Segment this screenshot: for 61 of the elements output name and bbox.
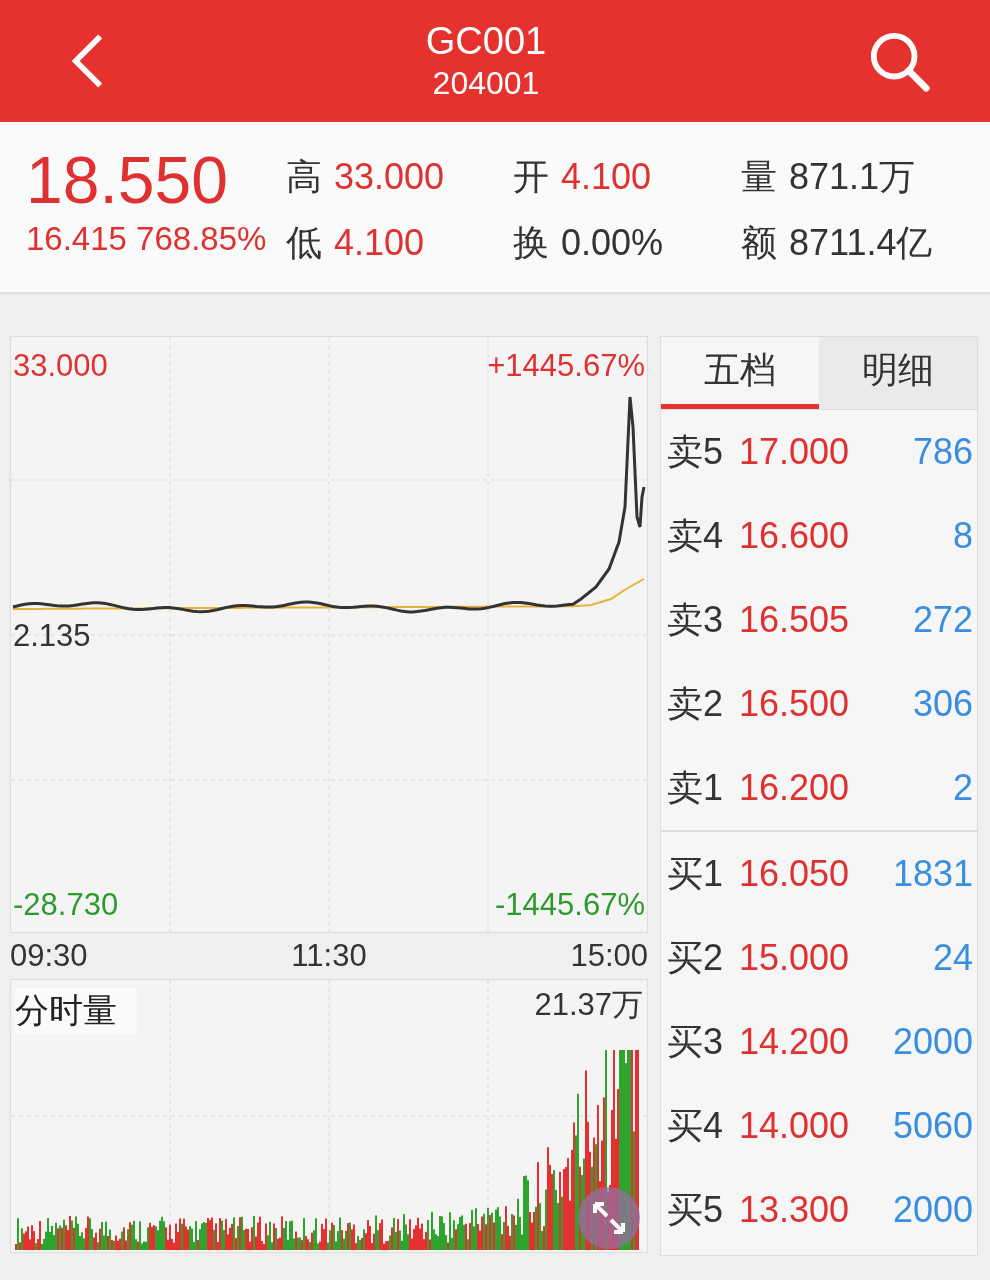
order-label: 卖4 [667, 513, 725, 558]
stat-label: 额 [741, 220, 777, 265]
stat-value: 8711.4亿 [789, 220, 933, 265]
order-price: 17.000 [739, 431, 851, 473]
order-label: 卖2 [667, 681, 725, 726]
stat-label: 高 [286, 154, 322, 199]
order-volume: 2 [952, 767, 973, 809]
order-volume: 306 [912, 683, 973, 725]
axis-label: 33.000 [13, 349, 108, 383]
time-label: 11:30 [291, 938, 367, 974]
order-price: 16.050 [739, 853, 851, 895]
stat-value: 4.100 [334, 222, 425, 264]
order-label: 买2 [667, 935, 725, 980]
order-tab[interactable]: 明细 [819, 337, 977, 409]
order-label: 卖3 [667, 597, 725, 642]
stat-label: 换 [513, 220, 549, 265]
stock-number: 204001 [432, 64, 540, 103]
order-label: 买5 [667, 1187, 725, 1232]
stat-label: 开 [513, 154, 549, 199]
order-price: 13.300 [739, 1189, 851, 1231]
order-volume: 5060 [892, 1105, 973, 1147]
order-volume: 786 [912, 431, 973, 473]
order-price: 15.000 [739, 937, 851, 979]
order-price: 16.200 [739, 767, 851, 809]
time-label: 15:00 [570, 938, 648, 974]
expand-icon[interactable] [577, 1186, 641, 1250]
order-price: 16.600 [739, 515, 851, 557]
order-label: 买1 [667, 851, 725, 896]
order-label: 卖1 [667, 765, 725, 810]
order-volume: 24 [932, 937, 973, 979]
axis-label: -28.730 [13, 888, 119, 922]
stat-value: 0.00% [561, 222, 664, 264]
axis-label: 2.135 [13, 619, 91, 653]
axis-label: +1445.67% [487, 349, 645, 383]
order-price: 14.200 [739, 1021, 851, 1063]
order-label: 买3 [667, 1019, 725, 1064]
time-label: 09:30 [10, 938, 88, 974]
order-volume: 1831 [892, 853, 973, 895]
last-price: 18.550 [26, 144, 229, 216]
order-volume: 2000 [892, 1189, 973, 1231]
price-change: 16.415 [26, 220, 127, 257]
order-volume: 272 [912, 599, 973, 641]
axis-label: 21.37万 [534, 986, 643, 1024]
order-volume: 2000 [892, 1021, 973, 1063]
chart-title: 分时量 [15, 988, 137, 1034]
back-icon[interactable] [70, 32, 104, 90]
stock-code: GC001 [425, 19, 547, 63]
stat-value: 4.100 [561, 156, 652, 198]
stat-value: 871.1万 [789, 154, 916, 199]
stat-label: 低 [286, 220, 322, 265]
order-price: 16.505 [739, 599, 851, 641]
stat-label: 量 [741, 154, 777, 199]
stat-value: 33.000 [334, 156, 445, 198]
search-icon[interactable] [868, 30, 930, 92]
order-price: 16.500 [739, 683, 851, 725]
order-label: 买4 [667, 1103, 725, 1148]
order-volume: 8 [952, 515, 973, 557]
order-price: 14.000 [739, 1105, 851, 1147]
percent-change: 768.85% [136, 220, 267, 257]
order-label: 卖5 [667, 429, 725, 474]
axis-label: -1445.67% [495, 888, 645, 922]
